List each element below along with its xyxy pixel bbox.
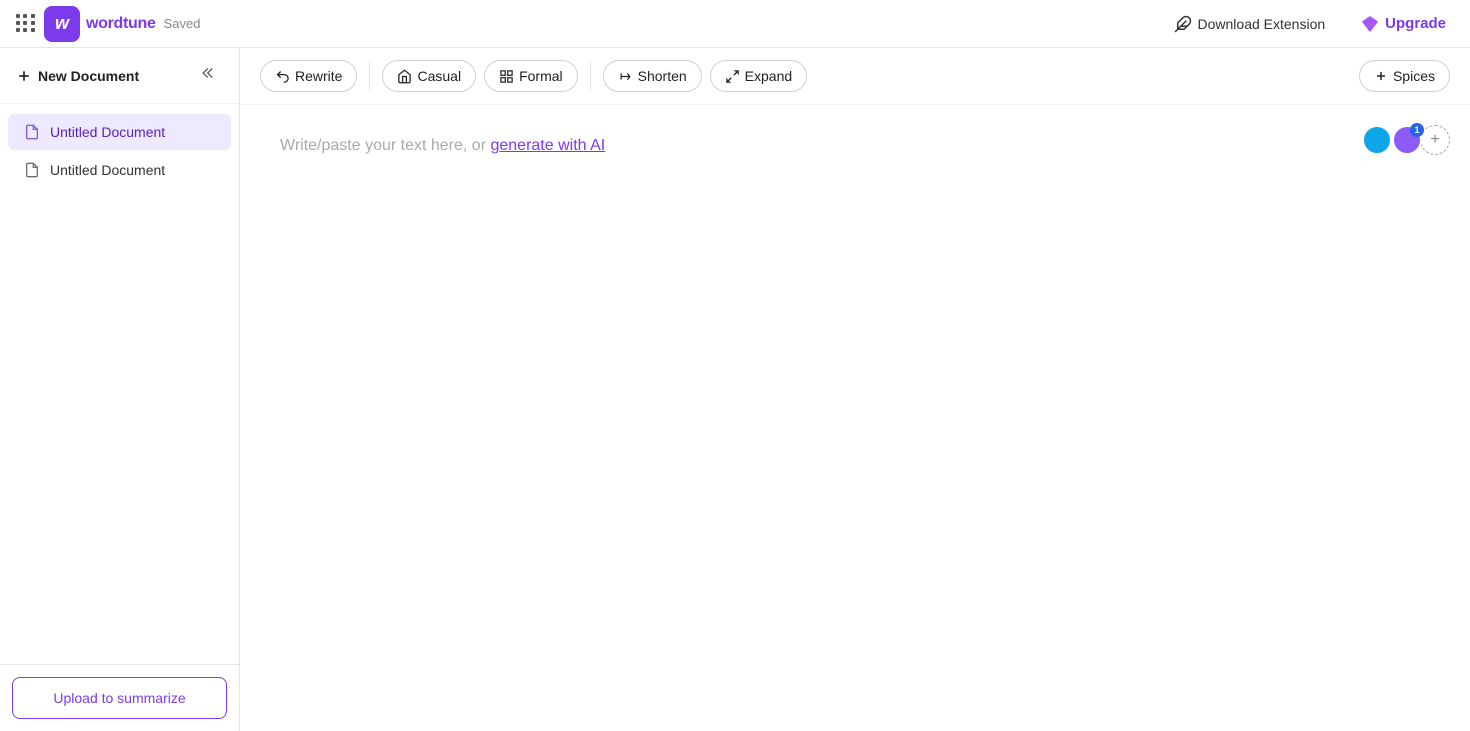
rewrite-button[interactable]: Rewrite (260, 60, 357, 92)
app-name: wordtune (86, 15, 156, 33)
upload-to-summarize-button[interactable]: Upload to summarize (12, 677, 227, 719)
sidebar-item-doc-2[interactable]: Untitled Document (8, 152, 231, 188)
add-collaborator-button[interactable]: + (1420, 125, 1450, 155)
sidebar-list: Untitled Document Untitled Document (0, 104, 239, 664)
document-icon-2 (24, 162, 40, 178)
avatar-1 (1362, 125, 1392, 155)
chevron-left-icon (201, 64, 219, 82)
expand-label: Expand (745, 68, 792, 84)
puzzle-icon (1174, 15, 1192, 33)
toolbar: Rewrite Casual Formal (240, 48, 1470, 105)
spices-button[interactable]: Spices (1359, 60, 1450, 92)
wordtune-logo-icon: w (44, 6, 80, 42)
new-document-button[interactable]: New Document (16, 64, 139, 88)
shorten-icon (618, 69, 633, 84)
apps-grid-icon[interactable] (16, 14, 36, 34)
download-extension-button[interactable]: Download Extension (1166, 11, 1334, 37)
plus-icon (16, 68, 32, 84)
rewrite-label: Rewrite (295, 68, 342, 84)
casual-button[interactable]: Casual (382, 60, 476, 92)
avatar-cluster: 1 + (1362, 125, 1450, 155)
generate-with-ai-link[interactable]: generate with AI (490, 137, 605, 154)
upload-label: Upload to summarize (53, 690, 185, 706)
casual-label: Casual (417, 68, 461, 84)
rewrite-icon (275, 69, 290, 84)
avatar-2-badge: 1 (1410, 123, 1424, 137)
editor-area[interactable]: Write/paste your text here, or generate … (240, 105, 1470, 731)
sidebar-item-doc-1[interactable]: Untitled Document (8, 114, 231, 150)
content-area: Rewrite Casual Formal (240, 48, 1470, 731)
diamond-icon (1361, 15, 1379, 33)
formal-icon (499, 69, 514, 84)
expand-button[interactable]: Expand (710, 60, 807, 92)
upgrade-button[interactable]: Upgrade (1353, 11, 1454, 37)
document-icon (24, 124, 40, 140)
plus-spices-icon (1374, 69, 1388, 83)
shorten-button[interactable]: Shorten (603, 60, 702, 92)
casual-icon (397, 69, 412, 84)
navbar-right: Download Extension Upgrade (1166, 11, 1454, 37)
logo-container[interactable]: w wordtune (44, 6, 156, 42)
placeholder-static-text: Write/paste your text here, or (280, 137, 490, 154)
sidebar-doc-1-title: Untitled Document (50, 124, 165, 140)
spices-label: Spices (1393, 68, 1435, 84)
sidebar-doc-2-title: Untitled Document (50, 162, 165, 178)
formal-label: Formal (519, 68, 563, 84)
sidebar-header: New Document (0, 48, 239, 104)
avatar-2-wrapper: 1 (1392, 125, 1422, 155)
expand-icon (725, 69, 740, 84)
editor-placeholder: Write/paste your text here, or generate … (280, 137, 1430, 155)
navbar-left: w wordtune Saved (16, 6, 1166, 42)
toolbar-separator-2 (590, 62, 591, 90)
shorten-label: Shorten (638, 68, 687, 84)
navbar: w wordtune Saved Download Extension Upgr… (0, 0, 1470, 48)
sidebar: New Document Untitled Document (0, 48, 240, 731)
avatar-1-wrapper (1362, 125, 1392, 155)
formal-button[interactable]: Formal (484, 60, 578, 92)
collapse-sidebar-button[interactable] (197, 60, 223, 91)
sidebar-footer: Upload to summarize (0, 664, 239, 731)
upgrade-label: Upgrade (1385, 15, 1446, 32)
main-layout: New Document Untitled Document (0, 48, 1470, 731)
toolbar-separator-1 (369, 62, 370, 90)
new-document-label: New Document (38, 68, 139, 84)
saved-status: Saved (164, 16, 201, 31)
download-extension-label: Download Extension (1198, 16, 1326, 32)
